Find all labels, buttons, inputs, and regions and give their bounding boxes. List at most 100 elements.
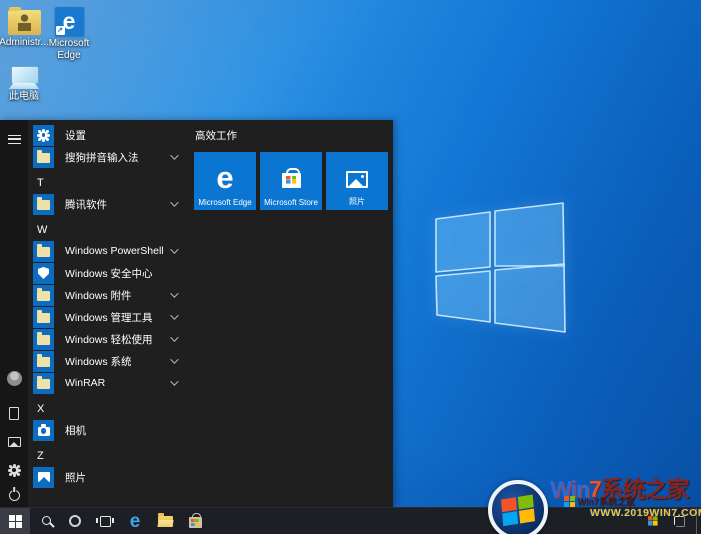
start-section-header[interactable]: W bbox=[28, 215, 186, 240]
desktop-icon-edge[interactable]: Microsoft Edge bbox=[46, 7, 92, 61]
desktop-icon-this-pc[interactable]: 此电脑 bbox=[1, 66, 47, 103]
start-section-header[interactable]: X bbox=[28, 394, 186, 419]
taskbar-task-view-button[interactable] bbox=[90, 508, 120, 534]
start-app-label: 腾讯软件 bbox=[65, 197, 107, 212]
start-app-item[interactable]: Windows 附件 bbox=[28, 284, 186, 306]
taskbar-search-button[interactable] bbox=[30, 508, 60, 534]
start-rail bbox=[0, 120, 28, 507]
taskbar-store-button[interactable] bbox=[180, 508, 210, 534]
start-app-list: 设置 搜狗拼音输入法 T 腾讯软件 W Windows PowerShell W… bbox=[28, 120, 186, 507]
start-app-label: 照片 bbox=[65, 470, 86, 485]
desktop[interactable]: Administr... Microsoft Edge 此电脑 设置 搜狗拼音输… bbox=[0, 0, 701, 534]
start-expand-button[interactable] bbox=[0, 126, 28, 152]
this-pc-icon bbox=[9, 66, 39, 89]
edge-icon bbox=[55, 7, 84, 36]
chevron-down-icon[interactable] bbox=[170, 333, 178, 341]
tile-photos[interactable]: 照片 bbox=[326, 152, 388, 210]
taskbar-cortana-button[interactable] bbox=[60, 508, 90, 534]
start-app-label: 设置 bbox=[65, 128, 86, 143]
start-app-label: Windows 安全中心 bbox=[65, 266, 153, 281]
chevron-down-icon[interactable] bbox=[170, 289, 178, 297]
start-settings-button[interactable] bbox=[0, 457, 28, 483]
start-documents-button[interactable] bbox=[0, 400, 28, 426]
start-app-item[interactable]: Windows 轻松使用 bbox=[28, 328, 186, 350]
start-pictures-button[interactable] bbox=[0, 429, 28, 455]
taskbar-edge-button[interactable] bbox=[120, 508, 150, 534]
gear-icon bbox=[39, 131, 48, 140]
windows-flag-icon bbox=[564, 496, 575, 507]
avatar-icon bbox=[7, 371, 22, 386]
tile-grid: Microsoft Edge Microsoft Store 照片 bbox=[194, 152, 393, 210]
tile-edge[interactable]: Microsoft Edge bbox=[194, 152, 256, 210]
action-center-icon bbox=[674, 516, 685, 527]
start-app-item[interactable]: Windows 系统 bbox=[28, 350, 186, 372]
tile-label: 照片 bbox=[326, 196, 388, 207]
start-app-label: WinRAR bbox=[65, 377, 105, 389]
tray-flag-button[interactable] bbox=[644, 516, 662, 526]
tile-store[interactable]: Microsoft Store bbox=[260, 152, 322, 210]
start-user-button[interactable] bbox=[0, 365, 28, 391]
start-section-header[interactable]: Z bbox=[28, 441, 186, 466]
search-icon bbox=[42, 516, 51, 525]
camera-icon bbox=[38, 427, 50, 436]
file-explorer-icon bbox=[158, 516, 173, 527]
show-desktop-button[interactable] bbox=[696, 508, 698, 534]
start-section-header[interactable]: T bbox=[28, 168, 186, 193]
start-power-button[interactable] bbox=[0, 482, 28, 508]
action-center-button[interactable] bbox=[669, 516, 689, 527]
tile-label: Microsoft Edge bbox=[194, 198, 256, 207]
tile-group-title: 高效工作 bbox=[195, 128, 393, 143]
start-tiles-area: 高效工作 Microsoft Edge Microsoft Store 照片 bbox=[186, 120, 393, 507]
gear-icon bbox=[10, 466, 19, 475]
start-app-label: Windows 附件 bbox=[65, 288, 132, 303]
folder-icon bbox=[37, 357, 50, 367]
start-section-letter: W bbox=[37, 225, 47, 240]
edge-icon bbox=[130, 512, 141, 531]
edge-icon bbox=[216, 162, 233, 193]
start-app-item[interactable]: 搜狗拼音输入法 bbox=[28, 146, 186, 168]
chevron-down-icon[interactable] bbox=[170, 311, 178, 319]
start-app-label: 相机 bbox=[65, 423, 86, 438]
start-app-label: Windows 管理工具 bbox=[65, 310, 153, 325]
start-app-item[interactable]: Windows 管理工具 bbox=[28, 306, 186, 328]
tile-label: Microsoft Store bbox=[260, 198, 322, 207]
chevron-down-icon[interactable] bbox=[170, 151, 178, 159]
hamburger-icon bbox=[8, 135, 21, 144]
folder-icon bbox=[37, 247, 50, 257]
start-app-label: Windows 系统 bbox=[65, 354, 132, 369]
folder-icon bbox=[37, 313, 50, 323]
watermark-title: Win7系统之家 bbox=[550, 478, 689, 501]
chevron-down-icon[interactable] bbox=[170, 355, 178, 363]
desktop-icon-label: 此电脑 bbox=[9, 91, 39, 103]
system-tray bbox=[644, 508, 701, 534]
user-folder-icon bbox=[8, 10, 41, 35]
power-icon bbox=[9, 490, 20, 501]
chevron-down-icon[interactable] bbox=[170, 245, 178, 253]
document-icon bbox=[9, 407, 19, 420]
taskbar-file-explorer-button[interactable] bbox=[150, 508, 180, 534]
start-section-letter: Z bbox=[37, 451, 44, 466]
start-app-item[interactable]: 腾讯软件 bbox=[28, 193, 186, 215]
start-app-item[interactable]: 照片 bbox=[28, 466, 186, 488]
windows-wallpaper-logo bbox=[430, 198, 570, 338]
start-app-item[interactable]: WinRAR bbox=[28, 372, 186, 394]
start-app-label: Windows PowerShell bbox=[65, 245, 164, 257]
shield-icon bbox=[38, 267, 49, 279]
start-menu: 设置 搜狗拼音输入法 T 腾讯软件 W Windows PowerShell W… bbox=[0, 120, 393, 507]
start-app-item[interactable]: Windows 安全中心 bbox=[28, 262, 186, 284]
store-icon bbox=[282, 173, 301, 188]
taskbar-start-button[interactable] bbox=[0, 508, 30, 534]
windows-logo-icon bbox=[9, 515, 22, 528]
store-icon bbox=[189, 517, 202, 528]
folder-icon bbox=[37, 200, 50, 210]
folder-icon bbox=[37, 335, 50, 345]
chevron-down-icon[interactable] bbox=[170, 377, 178, 385]
desktop-icon-label: Administr... bbox=[0, 37, 49, 49]
start-app-item[interactable]: 相机 bbox=[28, 419, 186, 441]
start-app-item[interactable]: Windows PowerShell bbox=[28, 240, 186, 262]
folder-icon bbox=[37, 153, 50, 163]
start-app-item[interactable]: 设置 bbox=[28, 124, 186, 146]
desktop-icon-administrator[interactable]: Administr... bbox=[1, 10, 47, 49]
chevron-down-icon[interactable] bbox=[170, 198, 178, 206]
start-section-letter: X bbox=[37, 404, 44, 419]
